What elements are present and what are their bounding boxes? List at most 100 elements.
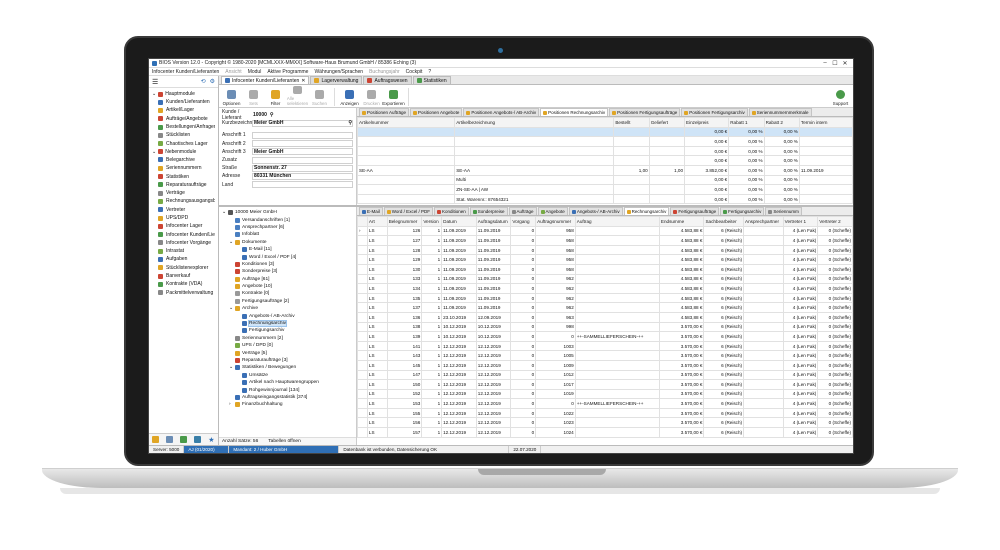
tree-node[interactable]: ⌄ Statistiken / Bewegungen [222,364,353,371]
table-row[interactable]: LS 150 1 12.12.2019 12.12.2019 0 1017 3.570,00 … [357,379,853,390]
tab-archive[interactable]: Konditionen [433,207,469,215]
tree-node[interactable]: Konditionen [3] [222,261,353,268]
open-tables-button[interactable]: Tabellen öffnen [268,439,300,444]
kurz-field[interactable]: Meier GmbH ⚲ [252,119,353,127]
tab-positions[interactable]: Positionen Fertigungsaufträge [609,108,681,116]
expand-toggle-icon[interactable]: ⌄ [229,240,233,245]
close-tab-icon[interactable]: ✕ [301,78,305,84]
table-row[interactable]: LS 143 1 12.12.2019 12.12.2019 0 1005 3.570,00 … [357,350,853,361]
table-row[interactable]: LS 155 1 12.12.2019 12.12.2019 0 1022 3.570,00 … [357,407,853,419]
column-header[interactable]: Artikelbezeichnung [454,117,615,128]
tree-node[interactable]: Rohgewinnjournal [134] [222,386,353,393]
tab-archive[interactable]: Sonderpreise [469,207,508,215]
sidebar-item[interactable]: Aufgaben [152,255,215,263]
tree-node[interactable]: ⌄ 10000 Meier GmbH [222,209,353,216]
menu-item[interactable]: Modul [248,69,262,75]
table-row[interactable]: ZN-SE-AA | AW 0,00 €0,00 % 0,00 % [357,184,853,195]
column-header[interactable]: Art [366,216,388,227]
table-row[interactable]: LS 137 1 11.09.2019 11.09.2019 0 962 4.583,88 €… [357,302,853,313]
sidebar-item[interactable]: Bestellungen/Anfragen [152,123,215,131]
sidebar-item[interactable]: Stücklistenexplorer [152,264,215,272]
column-header[interactable]: Artikelnummer [357,117,456,128]
pin-icon[interactable]: ⟲ [201,78,206,85]
sidebar-item[interactable]: Verträge [152,189,215,197]
tab-positions[interactable]: Positionen Angebote [410,108,463,116]
tree-node[interactable]: Rechnungsarchiv [222,320,353,328]
column-header[interactable] [357,216,368,227]
tree-node[interactable]: Fertigungsarchiv [222,327,353,334]
column-header[interactable]: Rabatt 2 [763,117,800,128]
expand-toggle-icon[interactable]: › [229,402,233,407]
sidebar-item[interactable]: Chaotisches Lager [152,139,215,147]
menu-item[interactable]: Infocenter Kunden/Lieferanten [152,69,219,75]
table-row[interactable]: 0,00 €0,00 % 0,00 % [357,126,853,138]
column-header[interactable]: Sachbearbeiter [703,216,745,227]
sidebar-item[interactable]: Reparaturaufträge [152,181,215,189]
tree-node[interactable]: › Finanzbuchhaltung [222,401,353,408]
tree-node[interactable]: Fertigungsaufträge [2] [222,298,353,305]
column-header[interactable]: Belegnummer [386,216,423,227]
table-row[interactable]: 0,00 €0,00 % 0,00 % [357,145,853,157]
tree-node[interactable]: Verträge [5] [222,349,353,356]
column-header[interactable]: Endsumme [658,216,705,227]
column-header[interactable]: Vertreter 1 [782,216,819,227]
menu-item[interactable]: Cockpit [406,69,423,75]
ribbon-button[interactable]: Filter [266,86,285,106]
table-row[interactable]: LS 156 1 12.12.2019 12.12.2019 0 1023 3.570,00 … [357,417,853,429]
table-row[interactable]: 0,00 €0,00 % 0,00 % [357,136,853,147]
tab-document[interactable]: Statistiken [412,76,451,84]
menu-item[interactable]: Währungen/Sprachen [314,69,363,75]
table-row[interactable]: LS 138 1 10.12.2019 10.12.2019 0 998 3.570,00 €… [357,321,853,333]
sidebar-item[interactable]: UPS/DPD [152,214,215,222]
tab-archive[interactable]: Angebote [537,207,568,215]
nav-group-header[interactable]: ⌄ Hauptmodule [152,91,215,97]
column-header[interactable]: Einzelpreis [684,117,730,128]
toggle-icon[interactable]: ⌄ [152,91,156,97]
grid-icon[interactable] [166,436,174,443]
hamburger-icon[interactable]: ☰ [152,78,158,86]
sidebar-item[interactable]: Belegarchive [152,156,215,164]
column-header[interactable]: Geliefert [648,117,686,128]
tab-document[interactable]: Infocenter Kunden/Lieferanten ✕ [221,76,310,84]
tab-positions[interactable]: Positionen Fertigungsarchiv [681,108,748,116]
download-icon[interactable] [180,436,188,443]
ribbon-button[interactable]: Alle selektieren [287,86,308,106]
column-header[interactable]: Vorgang [510,216,537,227]
star-icon[interactable]: ★ [208,436,214,444]
tree-node[interactable]: Ansprechpartner [6] [222,224,353,231]
expand-toggle-icon[interactable]: ⌄ [229,306,233,311]
column-header[interactable]: Termin intern [798,117,853,128]
menu-item[interactable]: ? [428,69,431,75]
sidebar-item[interactable]: Intrastat [152,247,215,255]
anschrift2-field[interactable] [252,140,353,148]
zusatz-field[interactable] [252,156,353,164]
column-header[interactable]: Datum [441,216,477,227]
search-icon[interactable]: ⚲ [348,120,352,126]
sidebar-item[interactable]: Statistiken [152,172,215,180]
tab-positions[interactable]: Seriennummernmerkmale [748,108,812,116]
sidebar-item[interactable]: Barverkauf [152,272,215,280]
tree-node[interactable]: ⌄ Dokumente [222,239,353,246]
sidebar-item[interactable]: Stücklisten [152,131,215,139]
minimize-button[interactable]: – [820,60,830,66]
tab-archive[interactable]: Fertigungsarchiv [720,207,765,215]
sidebar-item[interactable]: Artikel/Lager [152,106,215,114]
table-row[interactable]: LS 133 1 11.09.2019 11.09.2019 0 962 4.583,88 €… [357,273,853,285]
sidebar-item[interactable]: Vertreter [152,206,215,214]
sidebar-item[interactable]: Infocenter Lager [152,222,215,230]
tree-node[interactable]: Angebots-/ AB-Archiv [222,312,353,319]
sidebar-item[interactable]: Seriennummern [152,164,215,172]
toggle-icon[interactable]: ⌄ [152,149,156,155]
table-row[interactable]: LS 129 1 11.09.2019 11.09.2019 0 958 4.583,88 €… [357,254,853,265]
menu-item[interactable]: Ansicht [225,69,241,75]
strasse-field[interactable]: Sonnenstr. 27 [252,164,353,172]
table-row[interactable]: LS 153 1 12.12.2019 12.12.2019 0 0 ++-SAMMELLIE… [357,398,853,409]
kunde-field[interactable]: 10000 ⚲ [252,111,353,119]
tab-archive[interactable]: Aufträge [508,207,537,215]
menu-item[interactable]: Buchungsjahr [369,69,400,75]
anschrift3-field[interactable]: Meier GmbH [252,148,353,156]
adresse-field[interactable]: 80331 München [252,172,353,180]
ribbon-button[interactable]: Exportieren [382,86,405,106]
tab-positions[interactable]: Positionen Angebots-/ AB-Archiv [463,108,540,116]
tree-node[interactable]: Kontrakte [0] [222,290,353,297]
